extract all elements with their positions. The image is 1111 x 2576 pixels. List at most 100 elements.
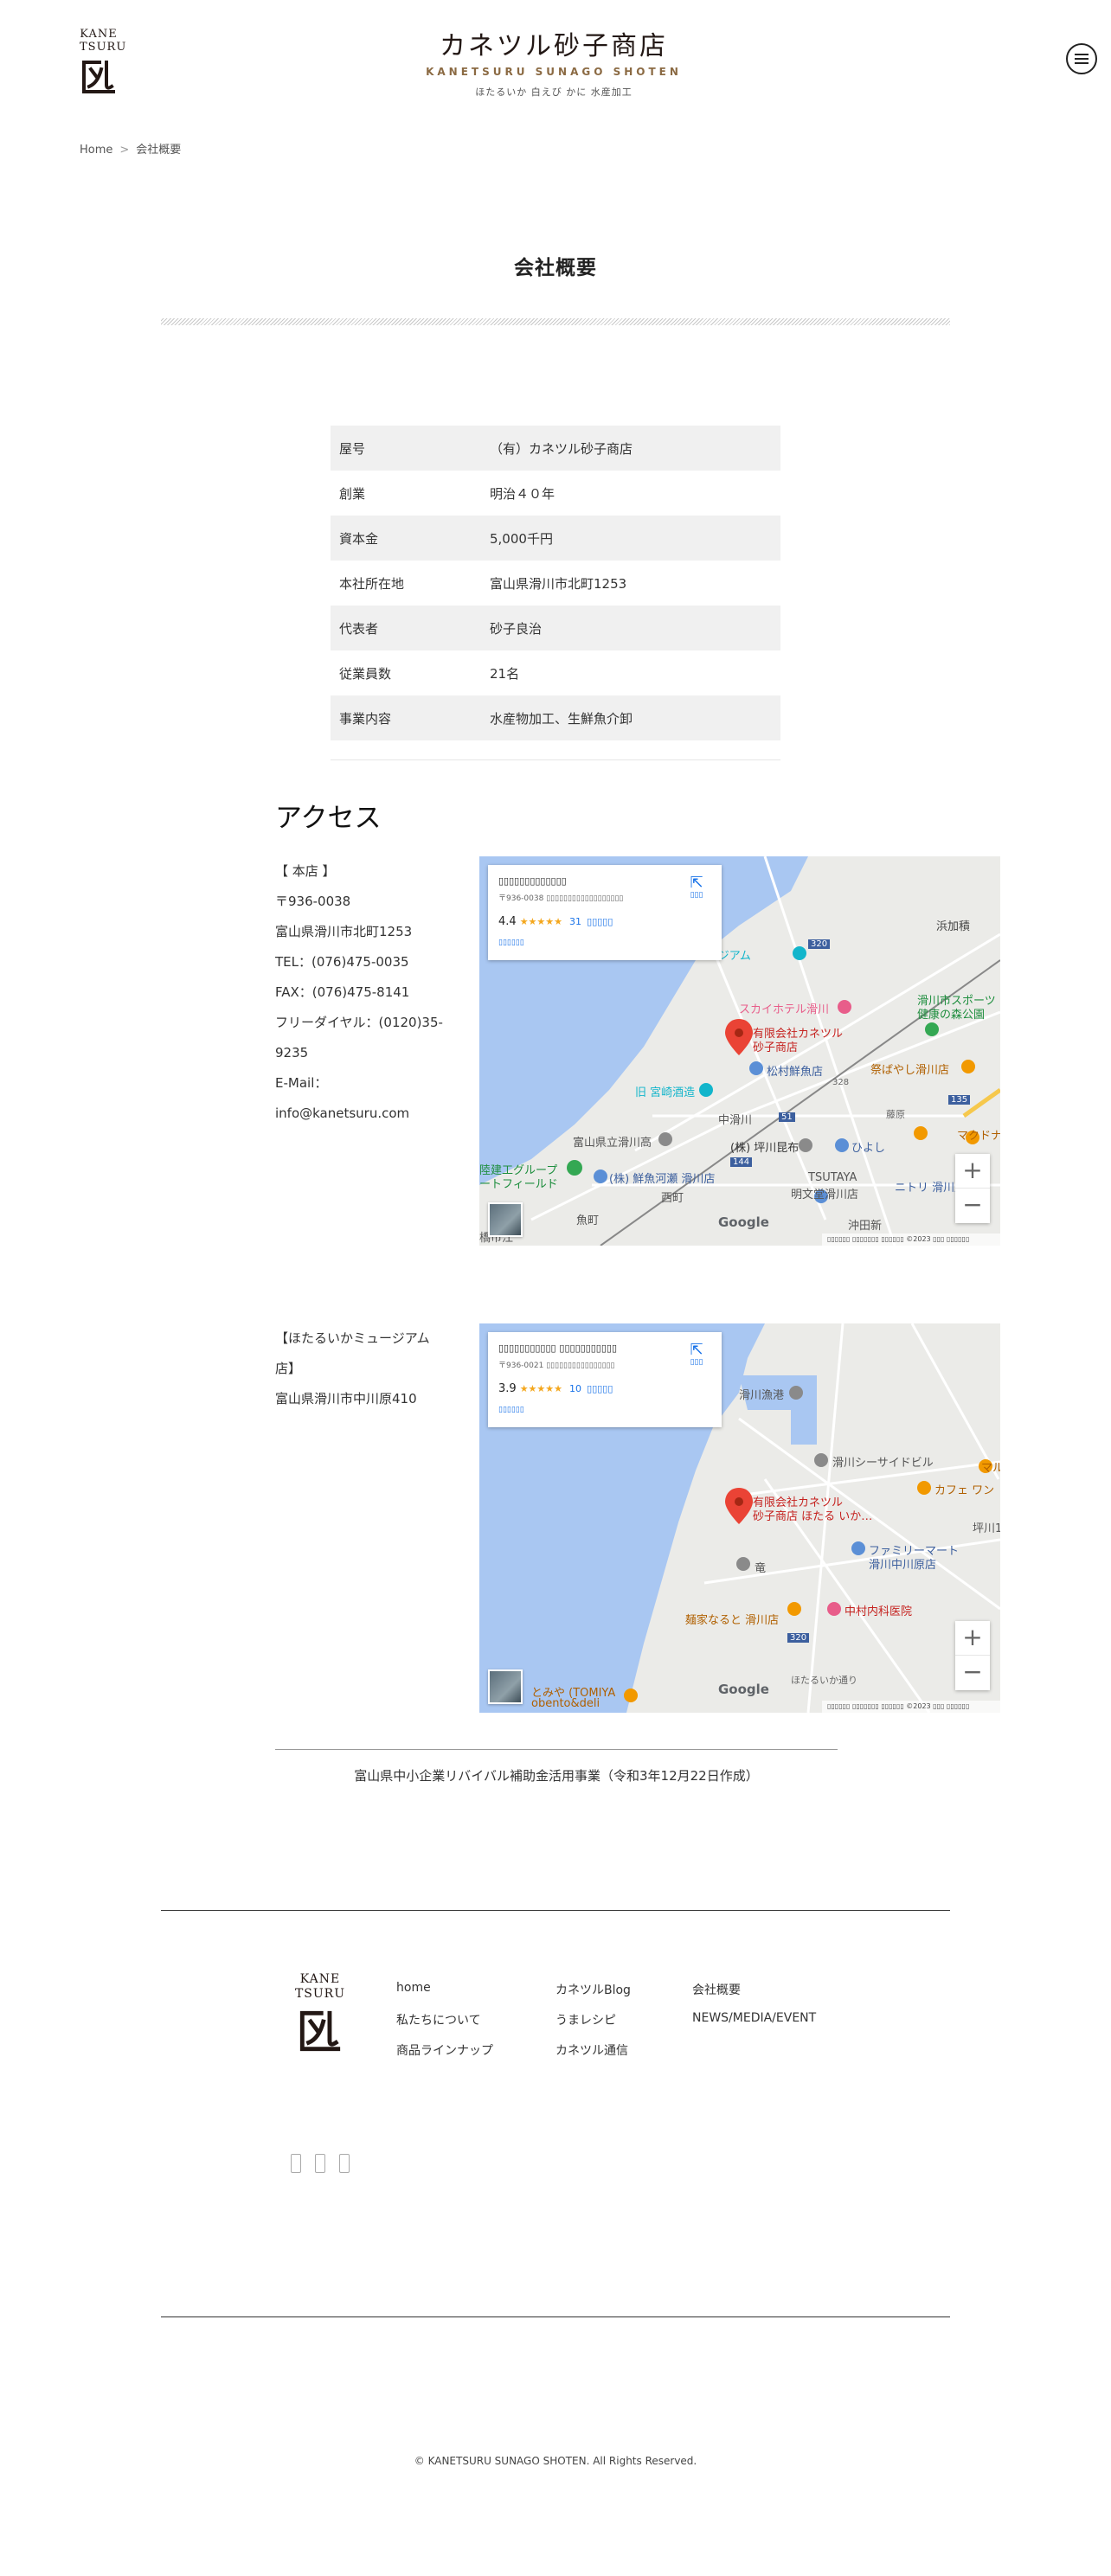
place-pin <box>624 1688 638 1702</box>
logo-mark-icon <box>82 61 115 93</box>
map-label: 砂子商店 <box>753 1041 799 1054</box>
map-label: 藤原 <box>886 1109 905 1120</box>
table-bottom-divider <box>331 759 780 760</box>
place-info-card[interactable]: ▯▯▯▯▯▯▯▯▯▯▯▯▯ 〒936-0038 ▯▯▯▯▯▯▯▯▯▯▯▯▯▯▯▯… <box>488 865 722 960</box>
map-label: 祭ばやし滑川店 <box>870 1064 950 1077</box>
place-address: 〒936-0038 ▯▯▯▯▯▯▯▯▯▯▯▯▯▯▯▯▯▯ <box>498 894 624 903</box>
map-copyright: ©2023 <box>906 1235 931 1243</box>
place-info-card[interactable]: ▯▯▯▯▯▯▯▯▯▯▯ ▯▯▯▯▯▯▯▯▯▯▯ 〒936-0021 ▯▯▯▯▯▯… <box>488 1332 722 1427</box>
directions-icon: ⇱ <box>690 1341 703 1359</box>
footer-link-about[interactable]: 私たちについて <box>396 2011 481 2028</box>
review-count[interactable]: 10 <box>569 1383 581 1394</box>
map-label: マクドナル <box>957 1130 1000 1143</box>
review-link[interactable]: ▯▯▯▯▯ <box>587 1383 613 1394</box>
logo-text-bottom: TSURU <box>294 1987 346 2001</box>
zoom-in-button[interactable]: + <box>955 1154 990 1189</box>
place-pin <box>736 1557 750 1571</box>
table-row: 事業内容 水産物加工、生鮮魚介卸 <box>331 695 780 740</box>
place-pin <box>814 1453 828 1467</box>
museum-label: 【ほたるいかミュージアム <box>275 1330 430 1346</box>
row-key: 事業内容 <box>331 695 481 740</box>
footer-bottom-divider <box>161 2316 950 2317</box>
rating-value: 3.9 <box>498 1382 517 1395</box>
google-logo: Google <box>718 1682 769 1697</box>
row-value: 富山県滑川市北町1253 <box>490 575 627 592</box>
map-label: マル <box>981 1462 1000 1475</box>
footer-link-news[interactable]: NEWS/MEDIA/EVENT <box>692 2011 816 2025</box>
row-key: 従業員数 <box>339 665 392 682</box>
head-office-map[interactable]: ほたるいかミュージアム スカイホテル滑川 有限会社カネツル 砂子商店 松村鮮魚店… <box>479 856 1000 1246</box>
breadcrumb-separator: > <box>119 144 130 157</box>
star-rating-icon: ★★★★★ <box>519 1383 562 1394</box>
zoom-in-button[interactable]: + <box>955 1621 990 1656</box>
museum-store-map[interactable]: 滑川漁港 滑川シーサイドビル 有限会社カネツル 砂子商店 ほたる いか… カフェ… <box>479 1323 1000 1713</box>
review-link[interactable]: ▯▯▯▯▯ <box>587 916 613 927</box>
place-pin <box>835 1138 849 1152</box>
map-label: スカイホテル滑川 <box>739 1003 830 1016</box>
table-row: 資本金 5,000千円 <box>331 516 780 561</box>
map-label: 滑川漁港 <box>739 1389 785 1402</box>
map-label: 松村鮮魚店 <box>767 1066 824 1079</box>
social-icon[interactable] <box>315 2154 325 2173</box>
place-postal: 〒936-0021 <box>498 1362 544 1370</box>
map-label: 魚町 <box>576 1214 600 1227</box>
map-label: ほたるいか通り <box>791 1675 857 1686</box>
row-key: 資本金 <box>331 516 481 561</box>
review-count[interactable]: 31 <box>569 916 581 927</box>
directions-button[interactable]: ⇱ ▯▯▯ <box>684 875 710 900</box>
social-icon[interactable] <box>291 2154 301 2173</box>
larger-map-link[interactable]: ▯▯▯▯▯▯ <box>498 1406 711 1414</box>
place-pin <box>851 1541 865 1555</box>
logo-mark-icon <box>299 2010 341 2052</box>
office-label: 【 本店 】 <box>275 863 336 879</box>
footer-link-recipe[interactable]: うまレシピ <box>556 2011 616 2028</box>
table-row: 代表者 砂子良治 <box>331 606 780 650</box>
row-key: 屋号 <box>331 426 481 471</box>
brand-title[interactable]: カネツル砂子商店 KANETSURU SUNAGO SHOTEN ほたるいか 白… <box>398 29 710 99</box>
map-label: 麺家なると 滑川店 <box>685 1614 780 1627</box>
zoom-out-button[interactable]: − <box>955 1189 990 1223</box>
breadcrumb-home[interactable]: Home <box>80 144 112 157</box>
google-logo: Google <box>718 1214 769 1230</box>
footer-logo[interactable]: KANE TSURU <box>294 1972 346 2055</box>
route-badge: 320 <box>808 939 831 949</box>
map-label: (株) 坪川昆布 <box>730 1142 800 1155</box>
footer-link-blog[interactable]: カネツルBlog <box>556 1981 631 1998</box>
place-postal: 〒936-0038 <box>498 894 544 903</box>
map-label: 砂子商店 ほたる いか… <box>753 1510 873 1523</box>
table-row: 屋号 （有）カネツル砂子商店 <box>331 426 780 471</box>
hamburger-menu-icon[interactable] <box>1066 43 1097 74</box>
office-freedial-cont: 9235 <box>275 1045 309 1061</box>
map-label: 健康の森公園 <box>917 1009 986 1022</box>
footer-link-home[interactable]: home <box>396 1981 431 1995</box>
route-badge: 320 <box>787 1633 810 1643</box>
row-key: 創業 <box>339 485 366 502</box>
office-tel: TEL：(076)475-0035 <box>275 954 409 970</box>
row-key: 代表者 <box>331 606 481 650</box>
office-email[interactable]: info@kanetsuru.com <box>275 1099 467 1129</box>
page-title: 会社概要 <box>514 257 597 279</box>
larger-map-link[interactable]: ▯▯▯▯▯▯ <box>498 939 711 947</box>
title-divider <box>161 318 950 325</box>
place-pin <box>838 1000 851 1014</box>
site-logo[interactable]: KANE TSURU <box>80 28 125 97</box>
route-badge: 51 <box>779 1112 795 1122</box>
table-row: 創業 明治４０年 <box>331 471 780 516</box>
satellite-toggle[interactable] <box>488 1669 523 1704</box>
place-name: ▯▯▯▯▯▯▯▯▯▯▯▯▯ <box>498 875 567 887</box>
footer-link-company[interactable]: 会社概要 <box>692 1981 741 1998</box>
office-freedial: フリーダイヤル：(0120)35- <box>275 1015 443 1030</box>
directions-button[interactable]: ⇱ ▯▯▯ <box>684 1341 710 1368</box>
satellite-toggle[interactable] <box>488 1202 523 1237</box>
copyright: © KANETSURU SUNAGO SHOTEN. All Rights Re… <box>414 2455 697 2467</box>
place-pin <box>567 1160 582 1176</box>
zoom-out-button[interactable]: − <box>955 1656 990 1690</box>
social-icon[interactable] <box>339 2154 350 2173</box>
brand-roman: KANETSURU SUNAGO SHOTEN <box>426 66 682 78</box>
office-postal: 〒936-0038 <box>275 894 351 909</box>
footer-link-newsletter[interactable]: カネツル通信 <box>556 2041 628 2059</box>
footer-link-lineup[interactable]: 商品ラインナップ <box>396 2041 493 2059</box>
directions-icon: ⇱ <box>690 874 703 892</box>
map-label: obento&deli <box>531 1697 600 1710</box>
footer-top-divider <box>161 1910 950 1911</box>
